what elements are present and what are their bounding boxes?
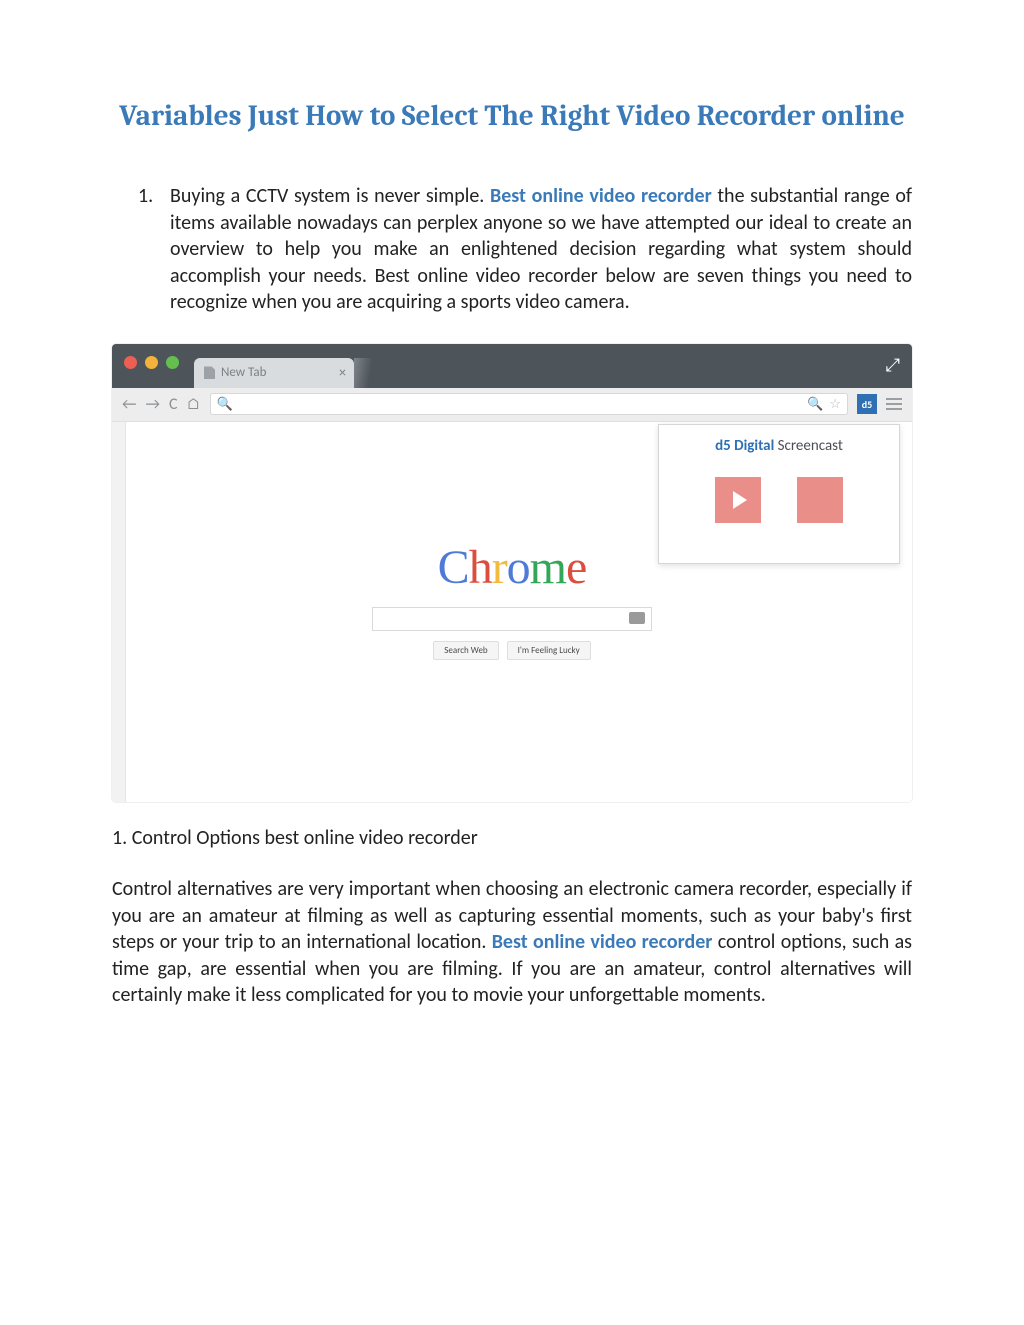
- zoom-icon[interactable]: 🔍: [807, 397, 823, 412]
- body-paragraph: Control alternatives are very important …: [112, 876, 912, 1009]
- menu-icon[interactable]: [886, 398, 902, 410]
- extension-popup: d5 Digital Screencast: [658, 424, 900, 564]
- section-heading: 1. Control Options best online video rec…: [112, 826, 912, 850]
- feeling-lucky-button[interactable]: I'm Feeling Lucky: [507, 641, 591, 660]
- document-title: Variables Just How to Select The Right V…: [112, 100, 912, 133]
- reload-icon[interactable]: C: [169, 395, 178, 414]
- intro-list-item: 1. Buying a CCTV system is never simple.…: [112, 183, 912, 316]
- browser-toolbar: ← → C ⌂ 🔍 🔍 ☆ d5: [112, 388, 912, 422]
- record-play-button[interactable]: [715, 477, 761, 523]
- browser-viewport: Chrome Search Web I'm Feeling Lucky d5 D…: [112, 422, 912, 802]
- close-tab-icon[interactable]: ×: [339, 364, 346, 381]
- search-web-button[interactable]: Search Web: [433, 641, 498, 660]
- intro-text-pre: Buying a CCTV system is never simple.: [170, 184, 490, 208]
- minimize-window-icon[interactable]: [145, 356, 158, 369]
- forward-icon[interactable]: →: [145, 395, 159, 414]
- para-link[interactable]: Best online video recorder: [492, 930, 713, 954]
- intro-link[interactable]: Best online video recorder: [490, 184, 712, 208]
- fullscreen-icon[interactable]: ⤢: [886, 354, 900, 376]
- home-icon[interactable]: ⌂: [187, 395, 201, 414]
- bookmark-star-icon[interactable]: ☆: [829, 397, 841, 412]
- document-icon: [204, 366, 215, 379]
- browser-tab[interactable]: New Tab ×: [194, 358, 354, 388]
- window-controls: [124, 356, 179, 369]
- search-icon: 🔍: [217, 397, 233, 412]
- back-icon[interactable]: ←: [122, 395, 136, 414]
- extension-button[interactable]: d5: [857, 394, 877, 414]
- address-bar[interactable]: 🔍 🔍 ☆: [210, 393, 848, 415]
- maximize-window-icon[interactable]: [166, 356, 179, 369]
- window-titlebar: New Tab × ⤢: [112, 344, 912, 388]
- close-window-icon[interactable]: [124, 356, 137, 369]
- sidebar-sliver: [112, 422, 126, 802]
- google-search-input[interactable]: [372, 607, 652, 631]
- tab-label: New Tab: [221, 365, 266, 380]
- list-number: 1.: [138, 183, 153, 210]
- browser-screenshot: New Tab × ⤢ ← → C ⌂ 🔍 🔍 ☆ d5: [112, 344, 912, 802]
- play-icon: [733, 491, 747, 509]
- popup-title: d5 Digital Screencast: [659, 425, 899, 455]
- record-stop-button[interactable]: [797, 477, 843, 523]
- new-tab-button[interactable]: [354, 358, 376, 388]
- keyboard-icon[interactable]: [629, 612, 645, 624]
